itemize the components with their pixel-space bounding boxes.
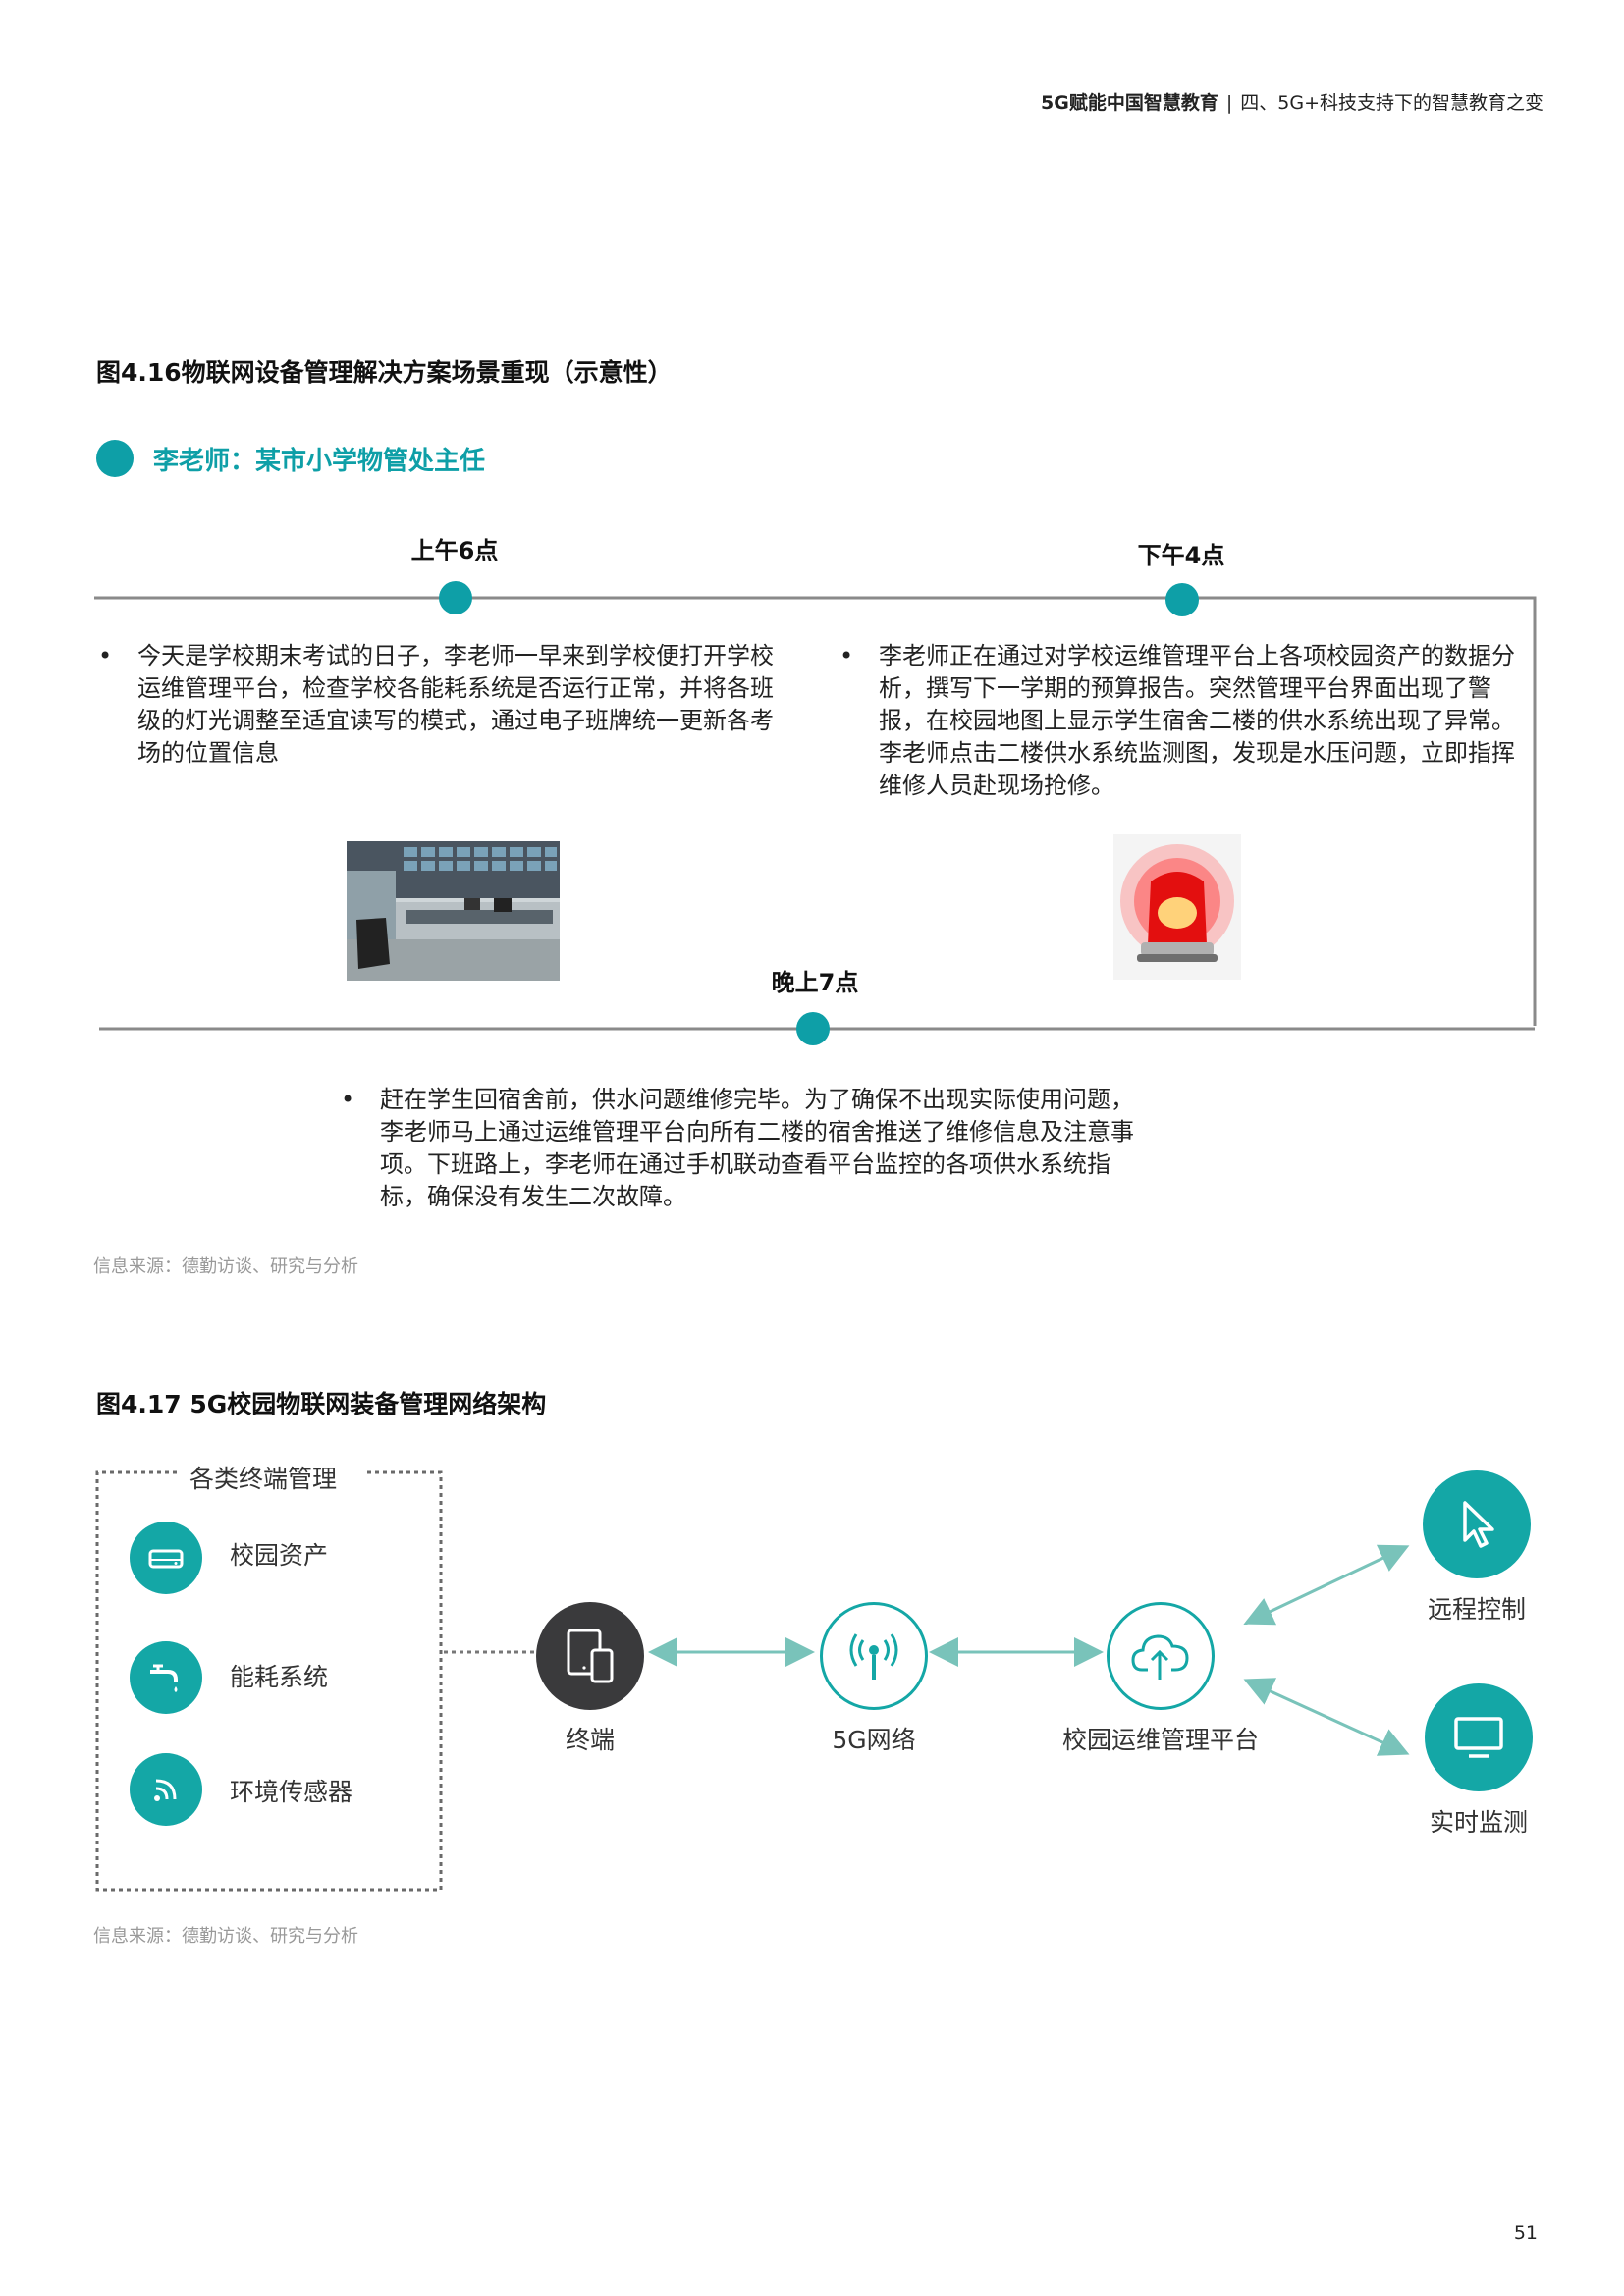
alarm-siren-photo [1113, 834, 1241, 980]
figure-4-17-title: 图4.17 5G校园物联网装备管理网络架构 [96, 1390, 547, 1418]
event-morning-text: • 今天是学校期末考试的日子，李老师一早来到学校便打开学校运维管理平台，检查学校… [98, 642, 774, 767]
time-morning: 上午6点 [410, 537, 499, 564]
bullet-icon: • [839, 642, 854, 669]
page-number: 51 [1513, 2222, 1538, 2244]
source-note-2: 信息来源：德勤访谈、研究与分析 [93, 1926, 358, 1947]
event-evening-text: • 赶在学生回宿舍前，供水问题维修完毕。为了确保不出现实际使用问题，李老师马上通… [341, 1086, 1134, 1210]
cursor-icon [1423, 1470, 1531, 1578]
source-note-1: 信息来源：德勤访谈、研究与分析 [93, 1256, 358, 1277]
cloud-upload-icon [1107, 1602, 1215, 1710]
output-label-remote: 远程控制 [1427, 1595, 1526, 1624]
node-label-platform: 校园运维管理平台 [1061, 1726, 1259, 1754]
timeline-lines [94, 596, 1537, 1031]
timeline-dot-afternoon [1165, 583, 1199, 616]
antenna-icon [820, 1602, 928, 1710]
node-label-terminal: 终端 [565, 1726, 615, 1754]
tablet-icon [536, 1602, 644, 1710]
bullet-icon: • [98, 642, 113, 669]
timeline-dot-evening [796, 1012, 830, 1045]
event-afternoon-text: • 李老师正在通过对学校运维管理平台上各项校园资产的数据分析，撰写下一学期的预算… [839, 642, 1515, 799]
architecture-connectors [444, 1544, 1410, 1756]
output-label-monitor: 实时监测 [1429, 1808, 1528, 1837]
timeline-dot-morning [439, 581, 472, 614]
control-room-photo [347, 841, 560, 981]
time-evening: 晚上7点 [771, 969, 859, 996]
time-afternoon: 下午4点 [1137, 542, 1225, 569]
node-label-5g: 5G网络 [832, 1726, 916, 1754]
bullet-icon: • [341, 1086, 355, 1113]
monitor-icon [1425, 1683, 1533, 1791]
